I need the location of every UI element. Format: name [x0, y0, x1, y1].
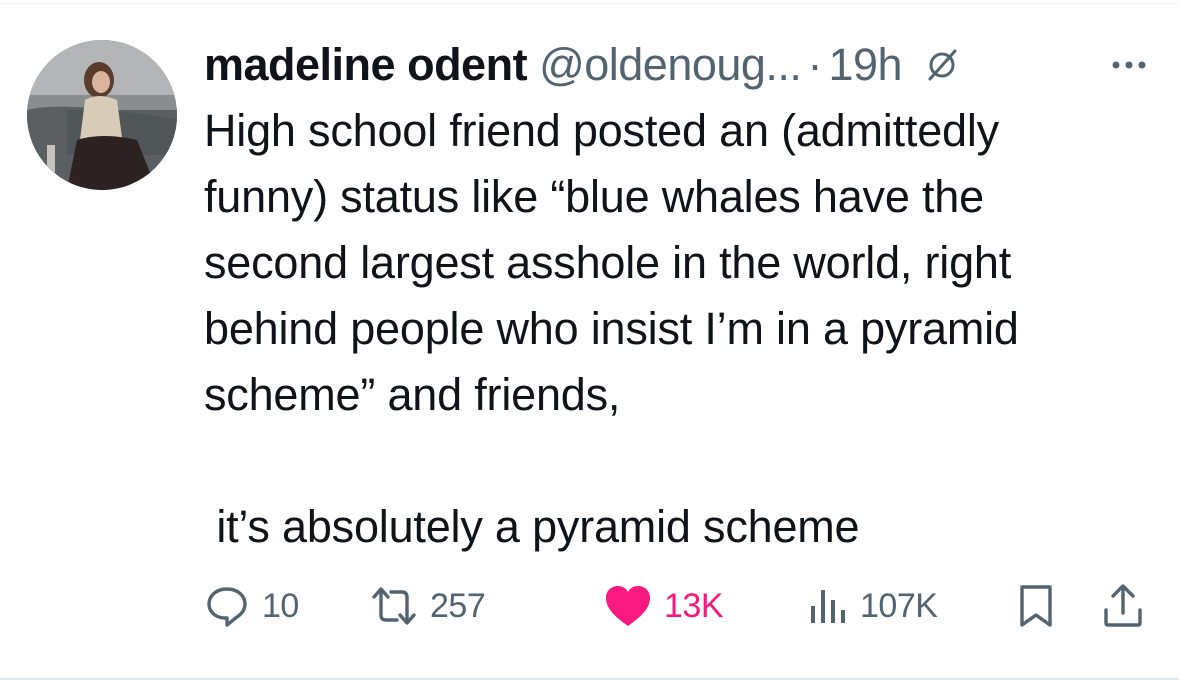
avatar[interactable] [27, 40, 177, 190]
top-divider [0, 3, 1179, 4]
share-icon [1102, 583, 1144, 629]
repost-button[interactable]: 257 [370, 582, 486, 630]
like-heart-icon [604, 584, 652, 628]
reply-button[interactable]: 10 [204, 582, 299, 630]
tweet-header: madeline odent @oldenoug... · 19h [204, 34, 1154, 96]
separator-dot: · [807, 39, 823, 90]
views-icon [808, 586, 848, 626]
tweet-actions: 10 257 13K 107K [204, 582, 1154, 630]
tweet[interactable]: madeline odent @oldenoug... · 19h High s… [204, 34, 1154, 560]
views-button[interactable]: 107K [808, 582, 938, 630]
display-name[interactable]: madeline odent [204, 39, 528, 91]
bookmark-button[interactable] [1016, 582, 1056, 630]
repost-count: 257 [430, 586, 486, 625]
tweet-text: High school friend posted an (admittedly… [204, 105, 1019, 552]
reply-count: 10 [262, 586, 299, 625]
reply-icon [204, 583, 250, 629]
grok-icon[interactable] [924, 47, 960, 83]
timestamp[interactable]: 19h [828, 39, 902, 91]
views-count: 107K [860, 586, 938, 625]
user-handle[interactable]: @oldenoug... [539, 39, 802, 91]
repost-icon [370, 583, 418, 629]
share-button[interactable] [1102, 582, 1144, 630]
more-icon[interactable] [1112, 60, 1146, 70]
like-button[interactable]: 13K [604, 582, 724, 630]
like-count: 13K [664, 586, 724, 625]
bookmark-icon [1016, 583, 1056, 629]
